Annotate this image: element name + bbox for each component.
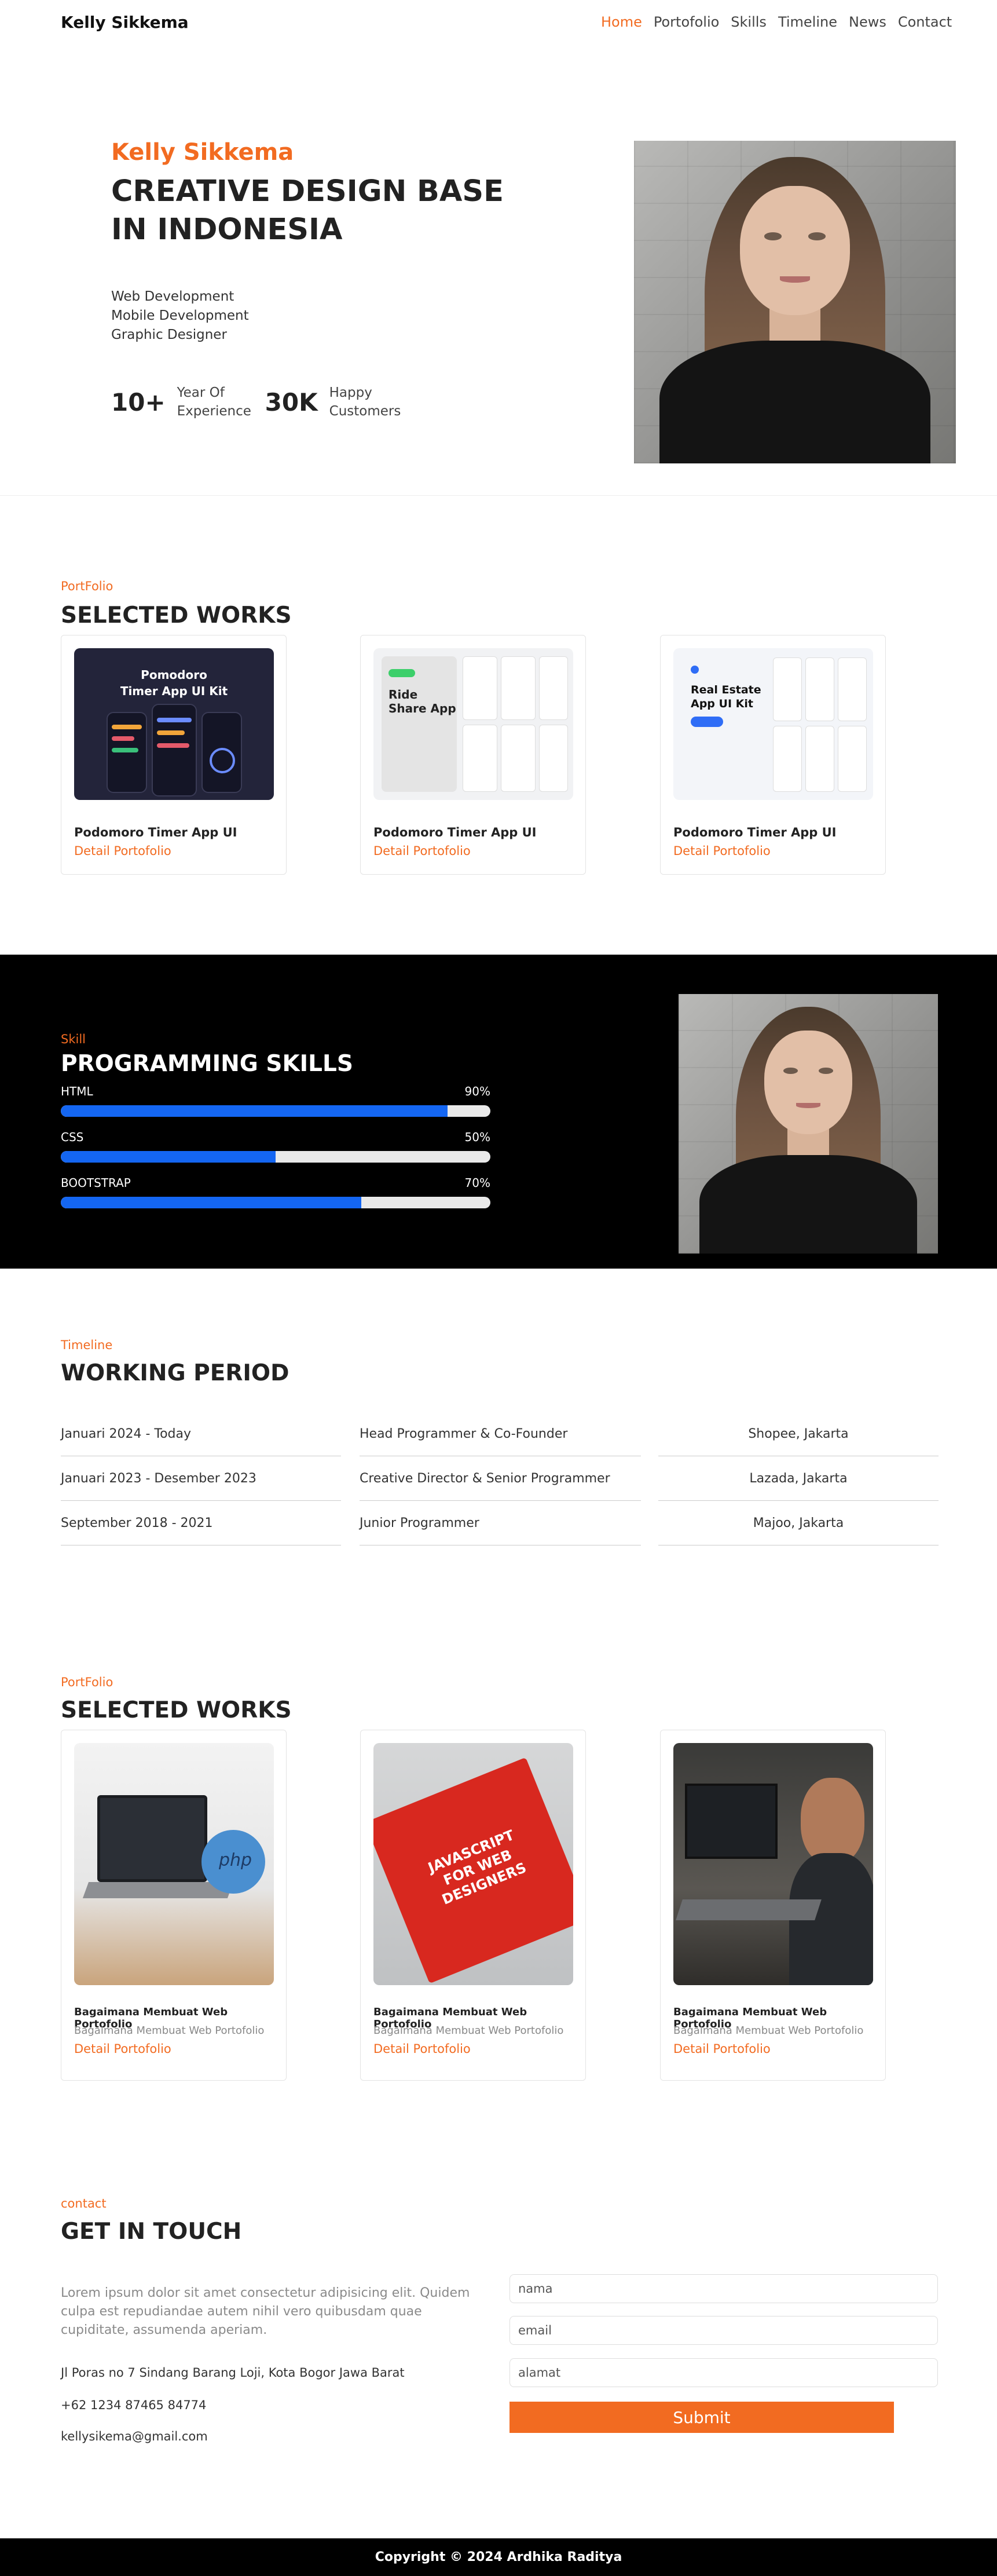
detail-portfolio-link[interactable]: Detail Portofolio xyxy=(673,2042,771,2056)
nav-links: Home Portofolio Skills Timeline News Con… xyxy=(601,14,963,30)
skills-section: Skill PROGRAMMING SKILLS HTML 90% CSS 50… xyxy=(0,955,997,1269)
skill-percent: 90% xyxy=(464,1084,490,1098)
card-subtitle: Bagaimana Membuat Web Portofolio xyxy=(673,2025,864,2037)
contact-email: kellysikema@gmail.com xyxy=(61,2429,208,2443)
skill-name: BOOTSTRAP xyxy=(61,1176,131,1190)
timeline-role: Creative Director & Senior Programmer xyxy=(360,1457,641,1501)
name-field[interactable] xyxy=(510,2274,938,2303)
nav-link-portofolio[interactable]: Portofolio xyxy=(654,14,719,30)
contact-address: Jl Poras no 7 Sindang Barang Loji, Kota … xyxy=(61,2366,405,2380)
skill-name: HTML xyxy=(61,1084,93,1098)
news-card: JAVASCRIPT FOR WEB DESIGNERS Bagaimana M… xyxy=(360,1730,586,2081)
hero-name: Kelly Sikkema xyxy=(111,139,294,166)
ride-share-thumbnail: Ride Share App xyxy=(373,648,573,800)
navbar: Kelly Sikkema Home Portofolio Skills Tim… xyxy=(0,0,997,44)
timeline-place: Majoo, Jakarta xyxy=(658,1501,939,1545)
laptop-php-thumbnail: php xyxy=(74,1743,274,1985)
timeline-row: Januari 2023 - Desember 2023 Creative Di… xyxy=(61,1457,939,1501)
skill-progress-fill xyxy=(61,1151,276,1163)
skill-css: CSS 50% xyxy=(61,1130,490,1165)
card-title: Podomoro Timer App UI xyxy=(673,825,837,839)
timeline-role: Head Programmer & Co-Founder xyxy=(360,1412,641,1456)
skill-percent: 50% xyxy=(464,1130,490,1144)
timeline-place: Shopee, Jakarta xyxy=(658,1412,939,1456)
skills-title: PROGRAMMING SKILLS xyxy=(61,1051,353,1077)
contact-description: Lorem ipsum dolor sit amet consectetur a… xyxy=(61,2286,470,2337)
timeline-place: Lazada, Jakarta xyxy=(658,1457,939,1501)
man-coding-thumbnail xyxy=(673,1743,873,1985)
timeline-eyebrow: Timeline xyxy=(61,1338,113,1352)
portfolio-title: SELECTED WORKS xyxy=(61,602,292,629)
skill-percent: 70% xyxy=(464,1176,490,1190)
card-title: Podomoro Timer App UI xyxy=(373,825,537,839)
hero-title: CREATIVE DESIGN BASE IN INDONESIA xyxy=(111,174,504,247)
detail-portfolio-link[interactable]: Detail Portofolio xyxy=(373,2042,471,2056)
skill-progress-bar xyxy=(61,1197,490,1208)
skill-progress-bar xyxy=(61,1151,490,1163)
news-title: SELECTED WORKS xyxy=(61,1697,292,1723)
detail-portfolio-link[interactable]: Detail Portofolio xyxy=(373,844,471,858)
role-item: Mobile Development xyxy=(111,308,249,323)
stat-experience: 10+ Year Of Experience xyxy=(111,383,252,421)
card-subtitle: Bagaimana Membuat Web Portofolio xyxy=(373,2025,564,2037)
detail-portfolio-link[interactable]: Detail Portofolio xyxy=(74,2042,171,2056)
stat-number: 30K xyxy=(265,388,318,416)
nav-link-timeline[interactable]: Timeline xyxy=(778,14,837,30)
timeline-period: September 2018 - 2021 xyxy=(61,1501,341,1545)
timeline-period: Januari 2024 - Today xyxy=(61,1412,341,1456)
news-eyebrow: PortFolio xyxy=(61,1675,113,1689)
timeline-period: Januari 2023 - Desember 2023 xyxy=(61,1457,341,1501)
portfolio-card: Ride Share App Podomoro Timer App UI Deta… xyxy=(360,635,586,875)
news-card: php Bagaimana Membuat Web Portofolio Bag… xyxy=(61,1730,287,2081)
contact-title: GET IN TOUCH xyxy=(61,2219,242,2245)
footer: Copyright © 2024 Ardhika Raditya xyxy=(0,2538,997,2576)
timeline-role: Junior Programmer xyxy=(360,1501,641,1545)
skill-progress-bar xyxy=(61,1105,490,1117)
role-item: Web Development xyxy=(111,289,234,304)
stat-number: 10+ xyxy=(111,388,166,416)
pomodoro-thumbnail: Pomodoro Timer App UI Kit xyxy=(74,648,274,800)
news-card: Bagaimana Membuat Web Portofolio Bagaima… xyxy=(660,1730,886,2081)
timeline-row: September 2018 - 2021 Junior Programmer … xyxy=(61,1501,939,1545)
skills-eyebrow: Skill xyxy=(61,1032,86,1046)
stat-customers: 30K Happy Customers xyxy=(265,383,405,421)
email-field[interactable] xyxy=(510,2316,938,2345)
skill-html: HTML 90% xyxy=(61,1084,490,1119)
nav-link-contact[interactable]: Contact xyxy=(898,14,952,30)
contact-phone: +62 1234 87465 84774 xyxy=(61,2398,207,2412)
stat-label: Year Of Experience xyxy=(177,385,251,419)
real-estate-thumbnail: Real Estate App UI Kit xyxy=(673,648,873,800)
skill-name: CSS xyxy=(61,1130,84,1144)
role-item: Graphic Designer xyxy=(111,327,227,342)
contact-eyebrow: contact xyxy=(61,2197,107,2210)
hero-stats: 10+ Year Of Experience 30K Happy Customers xyxy=(111,383,417,421)
card-title: Podomoro Timer App UI xyxy=(74,825,237,839)
skills-portrait-photo xyxy=(679,994,938,1254)
address-field[interactable] xyxy=(510,2358,938,2387)
timeline-title: WORKING PERIOD xyxy=(61,1360,289,1386)
skill-bootstrap: BOOTSTRAP 70% xyxy=(61,1176,490,1211)
detail-portfolio-link[interactable]: Detail Portofolio xyxy=(673,844,771,858)
nav-link-news[interactable]: News xyxy=(849,14,886,30)
stat-label: Happy Customers xyxy=(329,385,401,419)
hero-section: Kelly Sikkema CREATIVE DESIGN BASE IN IN… xyxy=(0,44,997,496)
portfolio-card: Real Estate App UI Kit Podomoro Timer App… xyxy=(660,635,886,875)
submit-button[interactable]: Submit xyxy=(510,2402,894,2433)
javascript-book-thumbnail: JAVASCRIPT FOR WEB DESIGNERS xyxy=(373,1743,573,1985)
copyright-text: Copyright © 2024 Ardhika Raditya xyxy=(375,2550,622,2564)
brand-logo[interactable]: Kelly Sikkema xyxy=(61,13,189,32)
hero-roles: Web Development Mobile Development Graph… xyxy=(111,287,249,345)
nav-link-home[interactable]: Home xyxy=(601,14,642,30)
portfolio-eyebrow: PortFolio xyxy=(61,579,113,593)
nav-link-skills[interactable]: Skills xyxy=(731,14,767,30)
timeline-row: Januari 2024 - Today Head Programmer & C… xyxy=(61,1412,939,1456)
hero-portrait-photo xyxy=(634,141,956,463)
detail-portfolio-link[interactable]: Detail Portofolio xyxy=(74,844,171,858)
skill-progress-fill xyxy=(61,1105,448,1117)
skill-progress-fill xyxy=(61,1197,362,1208)
portfolio-card: Pomodoro Timer App UI Kit Podomoro Timer … xyxy=(61,635,287,875)
card-subtitle: Bagaimana Membuat Web Portofolio xyxy=(74,2025,265,2037)
